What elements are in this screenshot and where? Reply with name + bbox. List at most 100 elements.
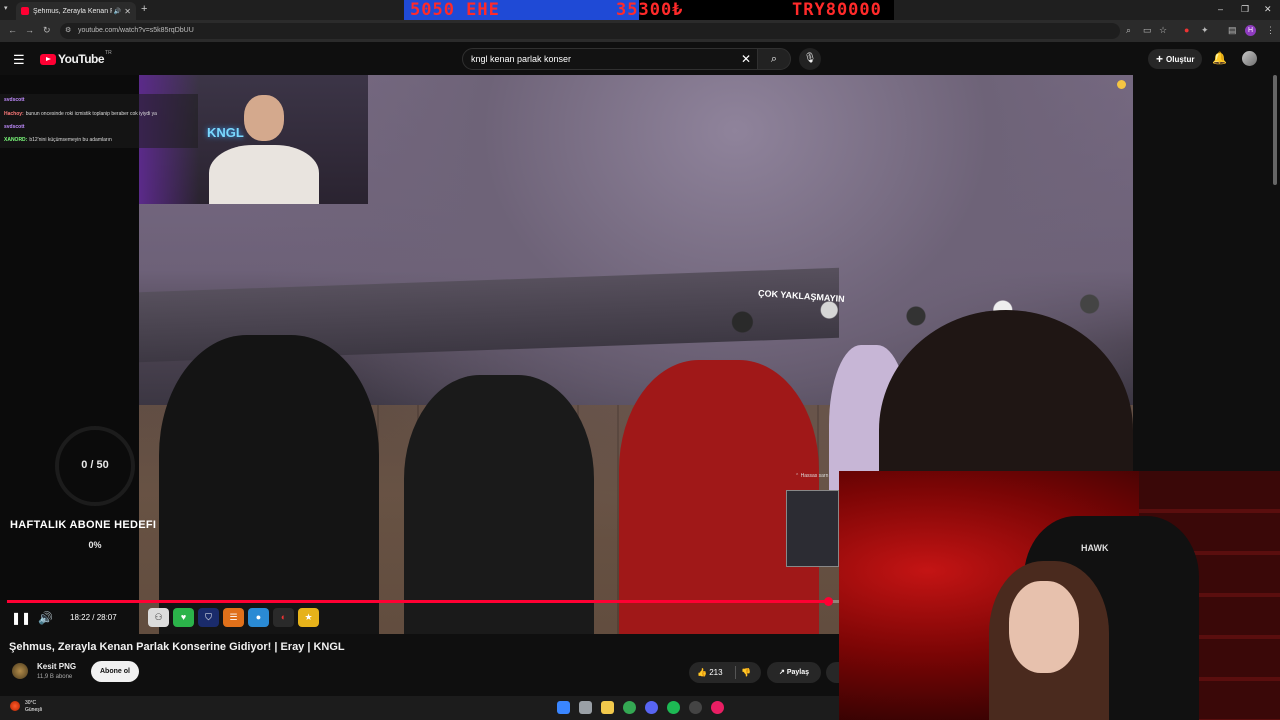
badge-icon: ⚇ <box>148 608 169 627</box>
donation-right-text: TRY80000 <box>792 0 882 20</box>
discord-icon[interactable] <box>645 701 658 714</box>
gold-badge-icon: ★ <box>298 608 319 627</box>
guest-webcam: HAWK <box>839 471 1280 720</box>
tab-title: Şehmus, Zerayla Kenan Pa <box>33 7 112 15</box>
url-text: youtube.com/watch?v=s5k85rqDbUU <box>78 27 194 34</box>
like-button[interactable]: 👍 213 👎 <box>689 662 761 683</box>
close-window-icon[interactable]: ✕ <box>1264 4 1272 15</box>
weather-widget[interactable]: 30°C Güneşli <box>25 700 42 714</box>
search-button[interactable]: ⌕ <box>757 48 791 70</box>
tab-search-icon[interactable]: ▾ <box>4 4 8 12</box>
channel-avatar[interactable] <box>12 663 28 679</box>
subscribe-button[interactable]: Abone ol <box>91 661 139 682</box>
heart-badge-icon: ♥ <box>173 608 194 627</box>
side-panel-icon[interactable]: ▤ <box>1228 25 1237 36</box>
scene-character-2 <box>404 375 594 634</box>
time-display: 18:22 / 28:07 <box>70 613 117 622</box>
progress-bar[interactable] <box>7 597 839 606</box>
youtube-header: ☰ YouTube TR kngl kenan parlak konser ✕ … <box>0 42 1280 75</box>
goal-percent: 0% <box>88 540 102 550</box>
extension-icon[interactable]: ● <box>1184 25 1189 35</box>
forward-icon[interactable]: → <box>25 25 34 35</box>
chat-user: svdscott <box>4 97 25 103</box>
chat-user: XANORD: <box>4 137 28 143</box>
stream-badges: ⚇ ♥ ⛉ ☰ ● ◐ ★ <box>148 608 319 627</box>
youtube-logo-text: YouTube <box>58 52 105 66</box>
progress-scrubber[interactable] <box>823 597 833 606</box>
start-menu-icon[interactable] <box>557 701 570 714</box>
bookmark-star-icon[interactable]: ☆ <box>1159 25 1167 36</box>
url-field[interactable]: ⚙ youtube.com/watch?v=s5k85rqDbUU <box>60 23 1120 39</box>
share-button[interactable]: ↗ Paylaş <box>767 662 821 683</box>
chat-user: svdscott <box>4 124 25 130</box>
notifications-bell-icon[interactable]: 🔔 <box>1212 51 1227 65</box>
youtube-play-icon <box>40 53 56 65</box>
neon-sign: KNGL <box>207 125 244 140</box>
cast-icon[interactable]: ▭ <box>1143 25 1152 36</box>
volume-icon[interactable]: 🔊 <box>38 611 53 625</box>
microphone-icon: 🎙 <box>803 53 817 64</box>
extensions-puzzle-icon[interactable]: ✦ <box>1201 25 1209 36</box>
minimize-icon[interactable]: – <box>1218 4 1223 14</box>
weather-icon[interactable] <box>10 701 20 711</box>
goal-count: 0 / 50 <box>81 459 109 471</box>
create-button[interactable]: + Oluştur <box>1148 49 1203 69</box>
hamburger-menu-icon[interactable]: ☰ <box>13 52 25 68</box>
donation-left-text: 5050 EHE <box>410 0 500 20</box>
video-corner-icon <box>1117 80 1126 89</box>
scene-character-1 <box>159 335 379 634</box>
close-tab-icon[interactable]: ✕ <box>124 7 131 16</box>
obs-icon[interactable] <box>689 701 702 714</box>
more-actions-button[interactable] <box>826 662 839 683</box>
back-icon[interactable]: ← <box>8 25 17 35</box>
address-bar-row: ← → ↻ ⚙ youtube.com/watch?v=s5k85rqDbUU … <box>0 20 1280 42</box>
reload-icon[interactable]: ↻ <box>43 25 51 36</box>
like-count: 213 <box>709 668 723 677</box>
chat-line: svdscott <box>4 97 27 103</box>
streamer-body <box>209 145 319 204</box>
page-scrollbar[interactable] <box>1273 75 1277 185</box>
voice-search-button[interactable]: 🎙 <box>799 48 821 70</box>
task-view-icon[interactable] <box>579 701 592 714</box>
browser-menu-icon[interactable]: ⋮ <box>1266 25 1275 36</box>
zoom-icon[interactable]: ⌕ <box>1126 25 1131 36</box>
account-avatar[interactable] <box>1242 51 1257 66</box>
mini-preview-label: ⌃ Hassas sarn <box>795 473 829 479</box>
goal-title: HAFTALIK ABONE HEDEFI <box>10 519 157 531</box>
chat-line: XANORD: b12'nini küçümsemeyin bu adamları… <box>4 137 112 143</box>
mini-preview[interactable] <box>786 490 839 567</box>
drop-badge-icon: ● <box>248 608 269 627</box>
thumbs-up-icon: 👍 <box>697 668 707 677</box>
app-icon[interactable] <box>711 701 724 714</box>
youtube-favicon-icon <box>21 7 29 15</box>
thumbs-down-icon[interactable]: 👎 <box>741 662 751 683</box>
search-query: kngl kenan parlak konser <box>471 54 572 64</box>
guest-face <box>1009 581 1079 673</box>
new-tab-icon[interactable]: + <box>141 3 147 15</box>
youtube-logo[interactable]: YouTube TR <box>40 50 112 66</box>
share-icon: ↗ <box>779 669 787 676</box>
spotify-icon[interactable] <box>667 701 680 714</box>
site-info-icon[interactable]: ⚙ <box>65 23 71 39</box>
search-icon: ⌕ <box>770 53 778 65</box>
restore-icon[interactable]: ❐ <box>1241 4 1249 15</box>
search-input[interactable]: kngl kenan parlak konser ✕ <box>462 48 758 70</box>
speaker-icon[interactable]: 🔊 <box>114 8 121 15</box>
browser-tab[interactable]: Şehmus, Zerayla Kenan Pa 🔊 ✕ <box>16 2 136 20</box>
clear-search-icon[interactable]: ✕ <box>741 49 751 69</box>
chat-user: Hachoy: <box>4 111 24 117</box>
chat-msg: bunun oncesinde roki icmistik toplanip b… <box>25 111 157 117</box>
progress-fill <box>7 600 828 603</box>
chat-line: Hachoy: bunun oncesinde roki icmistik top… <box>4 111 157 117</box>
chrome-icon[interactable] <box>623 701 636 714</box>
chat-msg: b12'nini küçümsemeyin bu adamların <box>29 137 112 143</box>
profile-avatar[interactable]: H <box>1245 25 1256 36</box>
channel-name[interactable]: Kesit PNG <box>37 662 76 671</box>
country-code: TR <box>105 50 112 56</box>
pause-icon[interactable]: ❚❚ <box>11 611 31 625</box>
stack-badge-icon: ☰ <box>223 608 244 627</box>
split-badge-icon: ◐ <box>273 608 294 627</box>
like-divider <box>735 666 736 679</box>
video-title: Şehmus, Zerayla Kenan Parlak Konserine G… <box>9 641 345 653</box>
file-explorer-icon[interactable] <box>601 701 614 714</box>
